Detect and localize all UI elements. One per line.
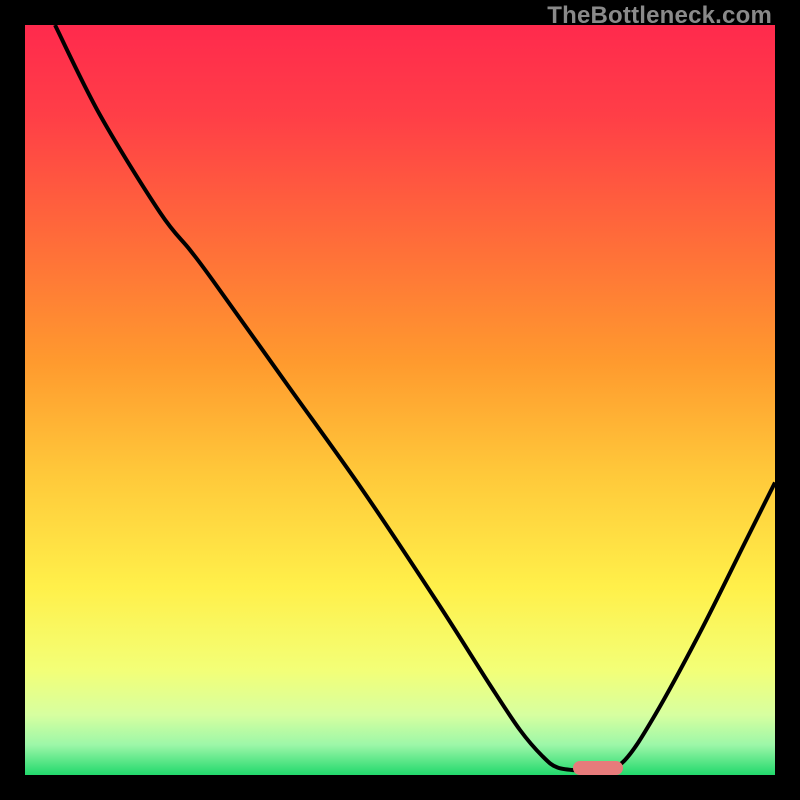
curve-path — [55, 25, 775, 771]
bottleneck-curve — [25, 25, 775, 775]
watermark-text: TheBottleneck.com — [547, 2, 772, 30]
optimal-range-marker — [573, 761, 623, 775]
chart-frame — [25, 25, 775, 775]
